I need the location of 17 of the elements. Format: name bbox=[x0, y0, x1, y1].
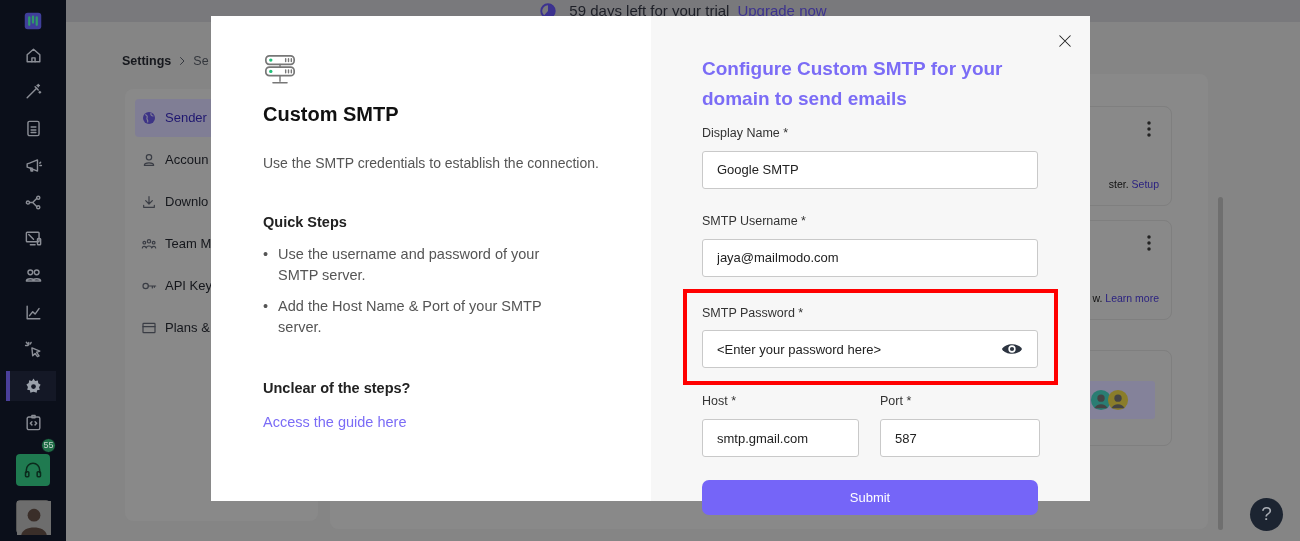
card-text: w. bbox=[1092, 292, 1103, 304]
step-item: Use the username and password of your SMTP server. bbox=[278, 244, 541, 285]
section-heading: Quick Steps bbox=[263, 213, 348, 232]
section-heading: Unclear of the steps? bbox=[263, 378, 412, 398]
form-title: Configure Custom SMTP for your domain to send emails bbox=[702, 57, 1004, 111]
bullet: • bbox=[263, 244, 269, 264]
bullet: • bbox=[263, 296, 269, 316]
field-label: Port * bbox=[880, 393, 913, 411]
field-label: Display Name * bbox=[702, 125, 790, 142]
dialog-title: Custom SMTP bbox=[263, 102, 400, 127]
notification-badge: 55 bbox=[41, 437, 56, 453]
field-label: SMTP Username * bbox=[702, 212, 807, 230]
step-item: Add the Host Name & Port of your SMTP server. bbox=[278, 296, 543, 337]
description-text: Use the SMTP credentials to establish the connection. bbox=[263, 154, 600, 173]
field-label: Host * bbox=[702, 393, 738, 411]
field-label: SMTP Password * bbox=[702, 304, 805, 322]
card-text: ster. bbox=[1108, 178, 1129, 190]
